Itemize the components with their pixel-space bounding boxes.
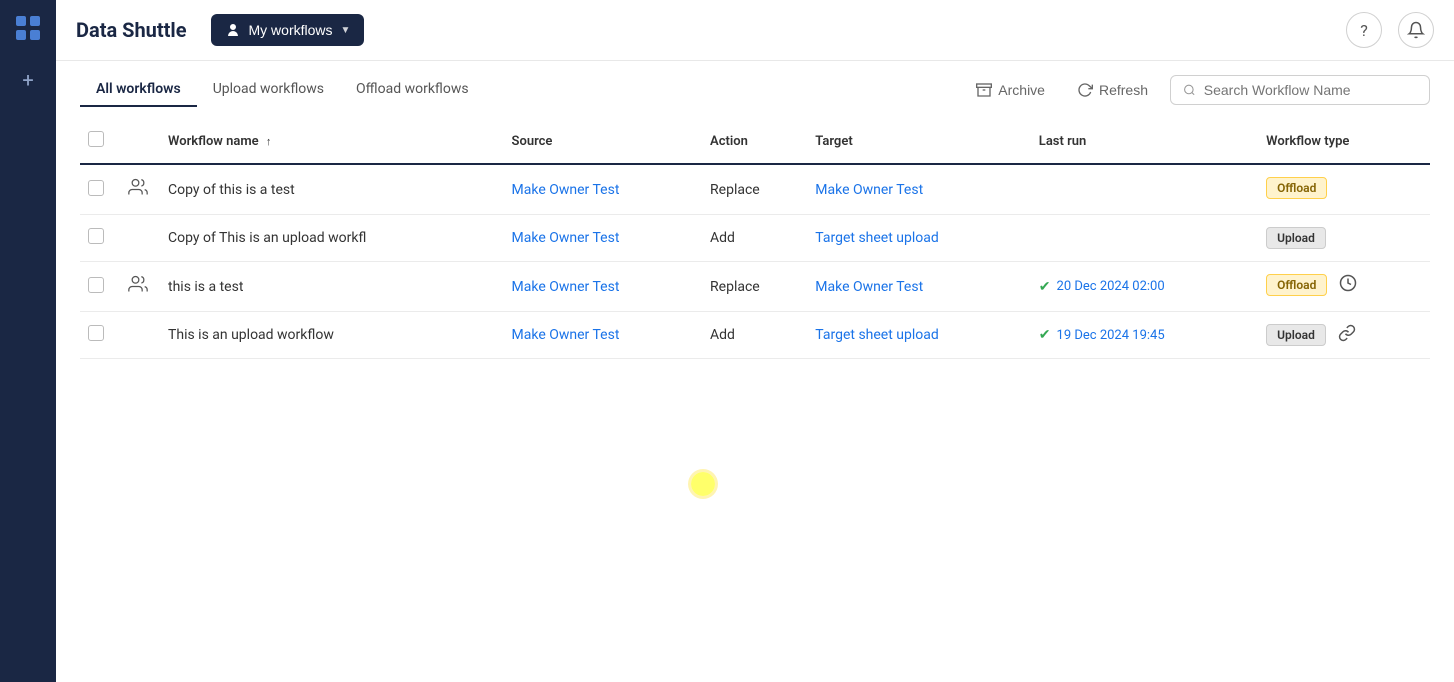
last-run-value: ✔ 20 Dec 2024 02:00 — [1039, 279, 1250, 295]
table-row: this is a test Make Owner Test Replace Make… — [80, 262, 1430, 312]
workflow-type-badge: Offload — [1266, 274, 1327, 296]
person-icon — [225, 22, 241, 38]
shared-icon — [128, 181, 148, 202]
shared-icon — [128, 278, 148, 299]
chevron-down-icon: ▼ — [341, 25, 351, 36]
workflow-type-badge: Upload — [1266, 324, 1326, 346]
th-target: Target — [807, 119, 1031, 164]
tabs: All workflows Upload workflows Offload w… — [80, 73, 485, 107]
notification-button[interactable] — [1398, 12, 1434, 48]
add-button[interactable]: + — [12, 64, 44, 96]
cell-action: Add — [702, 215, 807, 262]
table-row: Copy of this is a test Make Owner Test Rep… — [80, 164, 1430, 215]
cell-target[interactable]: Make Owner Test — [807, 262, 1031, 312]
th-workflow-type: Workflow type — [1258, 119, 1430, 164]
app-title: Data Shuttle — [76, 18, 187, 42]
source-link[interactable]: Make Owner Test — [512, 230, 620, 246]
refresh-icon — [1077, 82, 1093, 98]
help-button[interactable]: ? — [1346, 12, 1382, 48]
help-circle-icon: ? — [1360, 21, 1368, 40]
success-icon: ✔ — [1039, 279, 1051, 295]
th-select-all — [80, 119, 120, 164]
row-checkbox-1[interactable] — [88, 180, 104, 196]
tab-offload-workflows[interactable]: Offload workflows — [340, 73, 485, 107]
cell-source[interactable]: Make Owner Test — [504, 312, 702, 359]
cell-source[interactable]: Make Owner Test — [504, 215, 702, 262]
cell-workflow-type: Upload — [1258, 312, 1430, 358]
cell-workflow-type: Offload — [1258, 165, 1430, 211]
cell-last-run — [1031, 164, 1258, 215]
tab-all-workflows[interactable]: All workflows — [80, 73, 197, 107]
sidebar: + — [0, 0, 56, 682]
cell-last-run: ✔ 20 Dec 2024 02:00 — [1031, 262, 1258, 312]
table-body: Copy of this is a test Make Owner Test Rep… — [80, 164, 1430, 359]
th-icon — [120, 119, 160, 164]
toolbar-right: Archive Refresh — [966, 75, 1430, 105]
th-source: Source — [504, 119, 702, 164]
table-container: Workflow name ↑ Source Action Target Las… — [56, 119, 1454, 682]
cell-name: This is an upload workflow — [160, 312, 504, 359]
th-workflow-name[interactable]: Workflow name ↑ — [160, 119, 504, 164]
cell-action: Add — [702, 312, 807, 359]
row-checkbox-2[interactable] — [88, 228, 104, 244]
th-last-run: Last run — [1031, 119, 1258, 164]
source-link[interactable]: Make Owner Test — [512, 279, 620, 295]
sort-arrow-icon: ↑ — [266, 135, 272, 148]
success-icon: ✔ — [1039, 327, 1051, 343]
app-logo — [12, 12, 44, 44]
select-all-checkbox[interactable] — [88, 131, 104, 147]
workflow-type-badge: Offload — [1266, 177, 1327, 199]
cell-source[interactable]: Make Owner Test — [504, 164, 702, 215]
cell-target[interactable]: Make Owner Test — [807, 164, 1031, 215]
my-workflows-button[interactable]: My workflows ▼ — [211, 14, 365, 46]
cell-workflow-type: Offload — [1258, 262, 1430, 308]
refresh-label: Refresh — [1099, 82, 1148, 98]
last-run-value: ✔ 19 Dec 2024 19:45 — [1039, 327, 1250, 343]
workflows-table: Workflow name ↑ Source Action Target Las… — [80, 119, 1430, 359]
table-header: Workflow name ↑ Source Action Target Las… — [80, 119, 1430, 164]
tab-upload-workflows[interactable]: Upload workflows — [197, 73, 340, 107]
cell-action: Replace — [702, 262, 807, 312]
cell-last-run: ✔ 19 Dec 2024 19:45 — [1031, 312, 1258, 359]
table-row: Copy of This is an upload workfl Make Own… — [80, 215, 1430, 262]
archive-icon — [976, 82, 992, 98]
row-checkbox-4[interactable] — [88, 325, 104, 341]
search-box[interactable] — [1170, 75, 1430, 105]
main-content: Data Shuttle My workflows ▼ ? All workfl… — [56, 0, 1454, 682]
cell-target[interactable]: Target sheet upload — [807, 215, 1031, 262]
search-icon — [1183, 83, 1196, 97]
target-link[interactable]: Target sheet upload — [815, 230, 938, 246]
source-link[interactable]: Make Owner Test — [512, 182, 620, 198]
target-link[interactable]: Make Owner Test — [815, 182, 923, 198]
th-action: Action — [702, 119, 807, 164]
refresh-button[interactable]: Refresh — [1067, 76, 1158, 104]
my-workflows-label: My workflows — [249, 22, 333, 38]
cell-last-run — [1031, 215, 1258, 262]
cell-name: Copy of This is an upload workfl — [160, 215, 504, 262]
cell-name: Copy of this is a test — [160, 164, 504, 215]
cell-workflow-type: Upload — [1258, 215, 1430, 261]
search-input[interactable] — [1204, 82, 1417, 98]
link-icon[interactable] — [1338, 324, 1356, 346]
bell-icon — [1407, 21, 1425, 39]
table-row: This is an upload workflow Make Owner Tes… — [80, 312, 1430, 359]
archive-button[interactable]: Archive — [966, 76, 1055, 104]
source-link[interactable]: Make Owner Test — [512, 327, 620, 343]
header: Data Shuttle My workflows ▼ ? — [56, 0, 1454, 61]
cell-name: this is a test — [160, 262, 504, 312]
clock-icon[interactable] — [1339, 274, 1357, 296]
cell-source[interactable]: Make Owner Test — [504, 262, 702, 312]
target-link[interactable]: Target sheet upload — [815, 327, 938, 343]
workflow-type-badge: Upload — [1266, 227, 1326, 249]
archive-label: Archive — [998, 82, 1045, 98]
row-checkbox-3[interactable] — [88, 277, 104, 293]
toolbar: All workflows Upload workflows Offload w… — [56, 61, 1454, 119]
cell-target[interactable]: Target sheet upload — [807, 312, 1031, 359]
target-link[interactable]: Make Owner Test — [815, 279, 923, 295]
plus-icon: + — [22, 68, 33, 92]
cell-action: Replace — [702, 164, 807, 215]
